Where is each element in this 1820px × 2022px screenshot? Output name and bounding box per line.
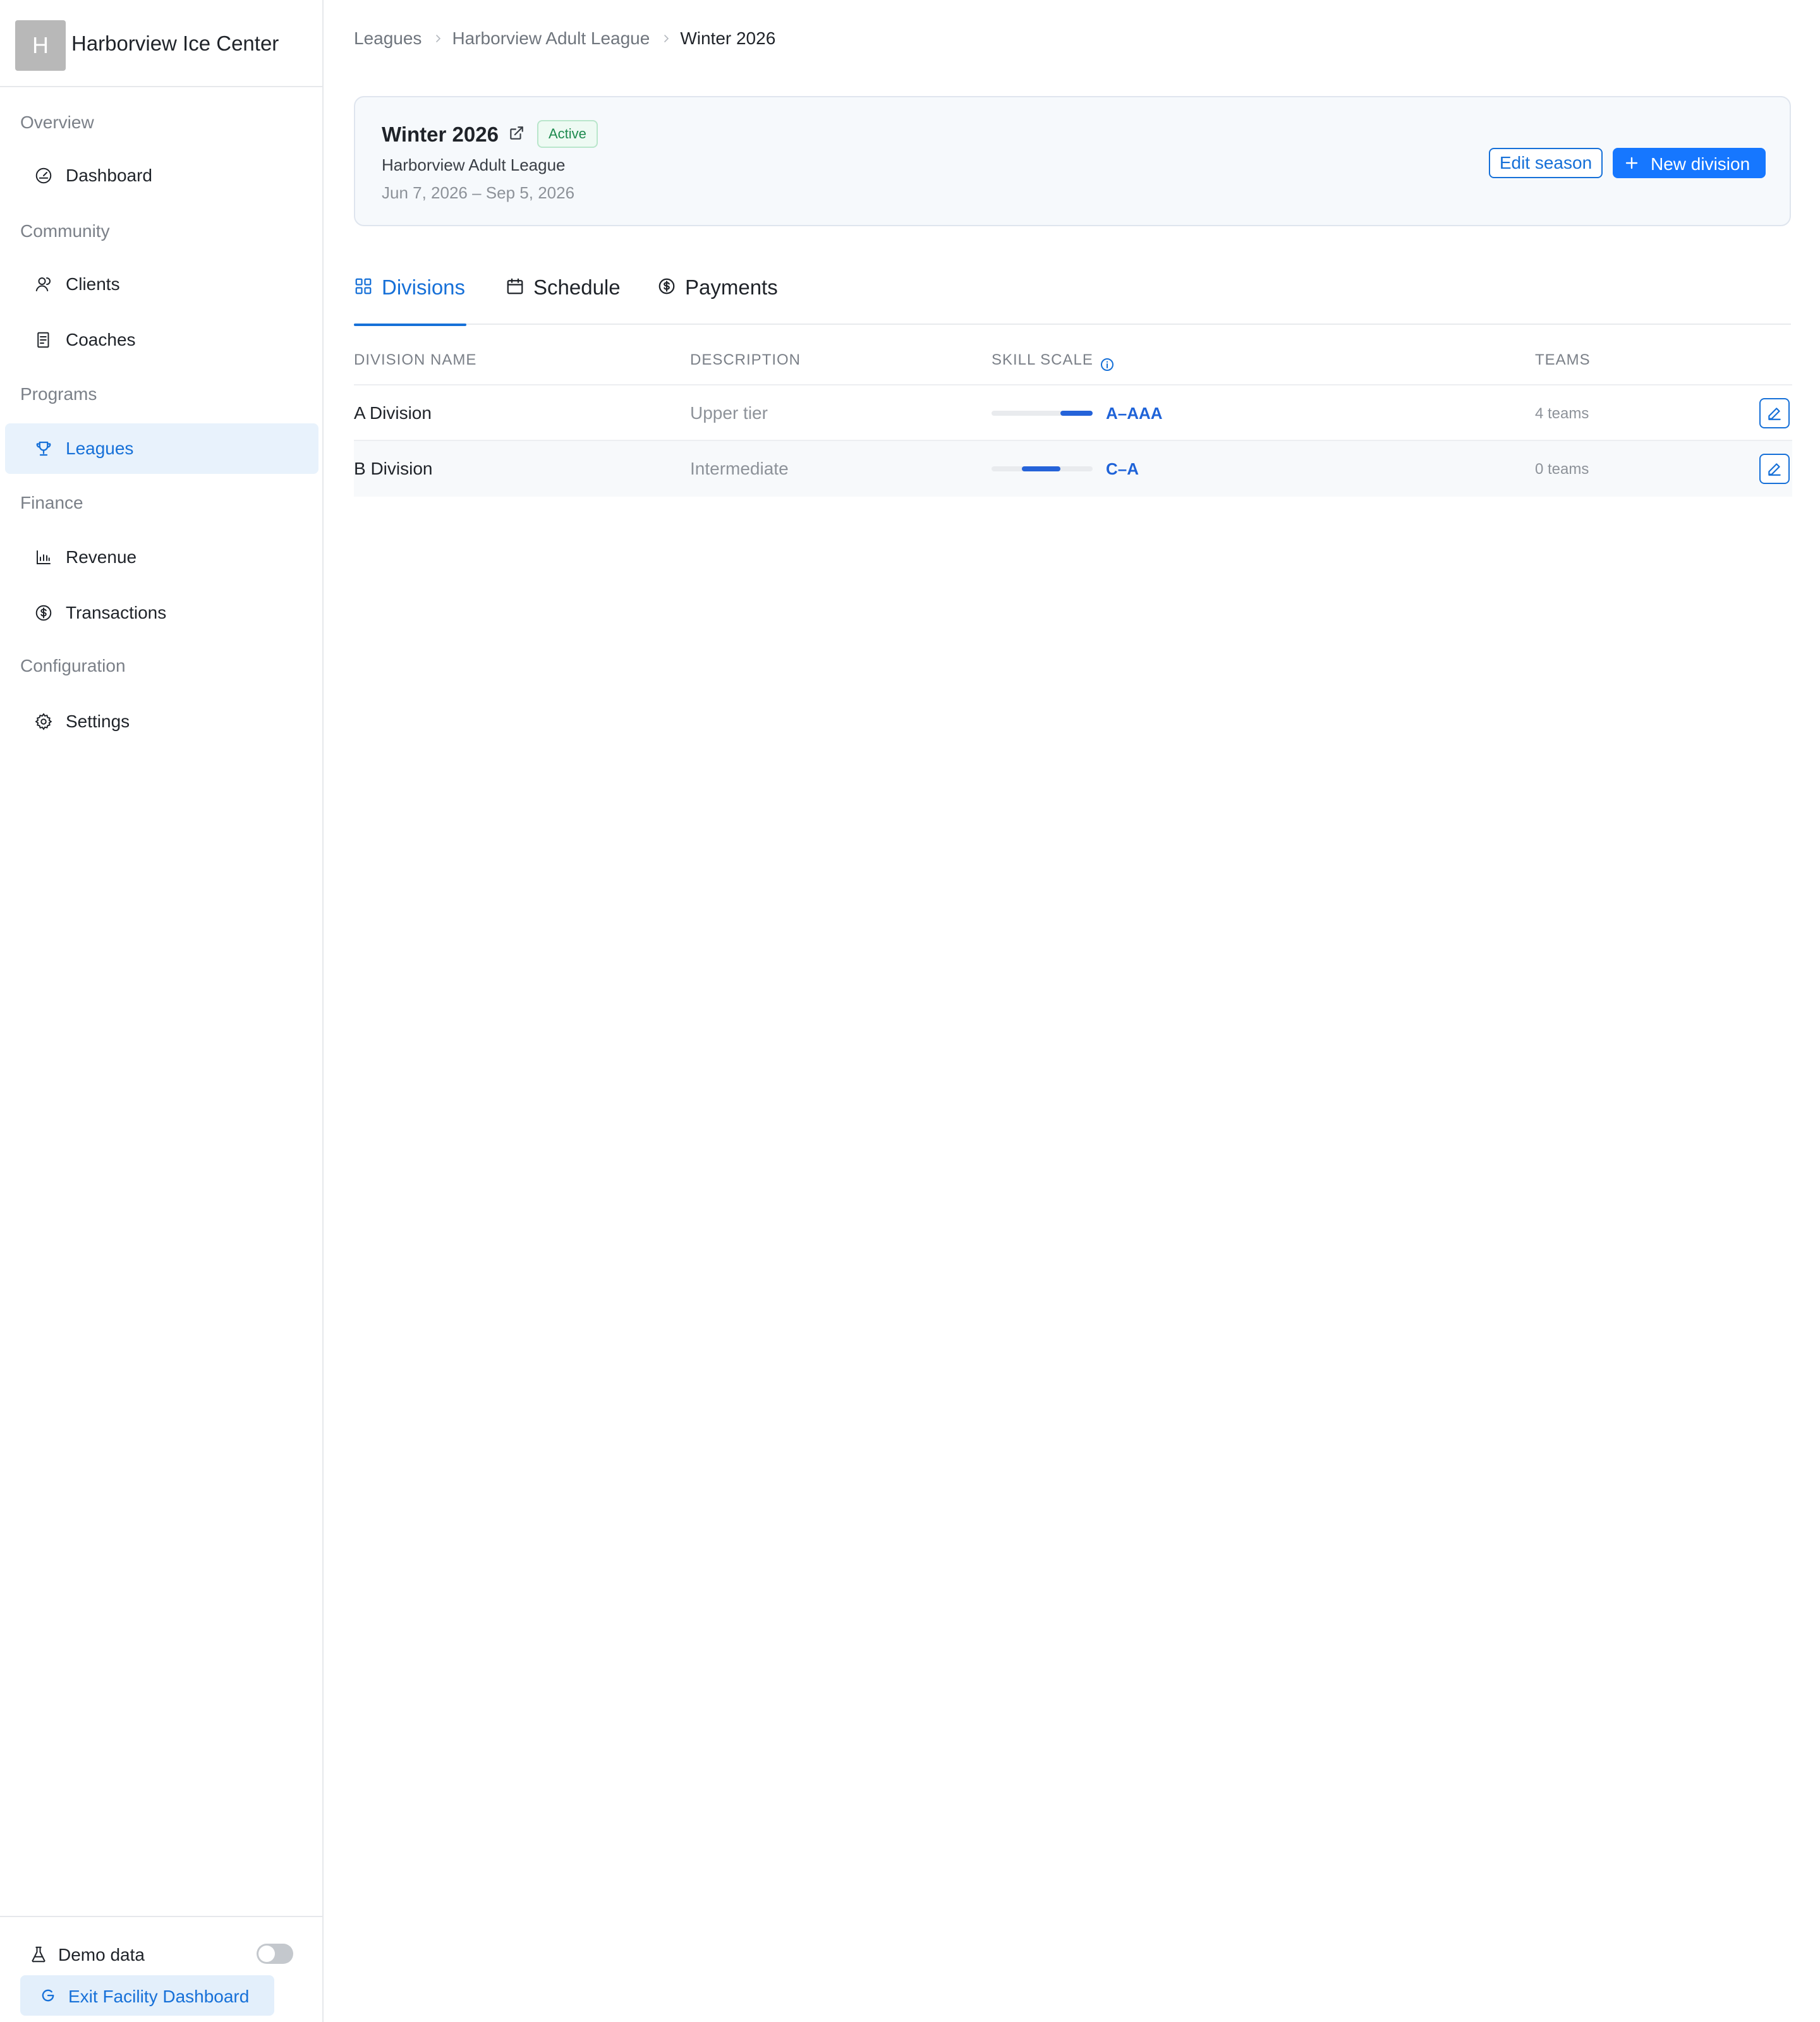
division-name: A Division — [354, 403, 432, 423]
facility-name: Harborview Ice Center — [71, 32, 279, 55]
tab-label: Divisions — [382, 275, 466, 299]
tab-label: Schedule — [533, 275, 621, 299]
chevron-right-icon — [436, 35, 441, 42]
sidebar-item-clients[interactable]: Clients — [5, 259, 318, 310]
toggle-knob — [258, 1946, 275, 1962]
exit-facility-dashboard-button[interactable]: Exit Facility Dashboard — [20, 1975, 274, 2016]
sidebar-item-dashboard[interactable]: Dashboard — [5, 150, 318, 201]
table-row[interactable]: B Division Intermediate C–A 0 teams — [354, 441, 1792, 497]
dollar-circle-icon — [658, 278, 675, 294]
external-link-icon[interactable] — [508, 125, 525, 142]
nav-group-community: Community — [20, 221, 110, 241]
sidebar-item-label: Revenue — [66, 547, 137, 567]
season-league-name: Harborview Adult League — [382, 155, 566, 174]
sidebar-item-coaches[interactable]: Coaches — [5, 315, 318, 365]
sidebar-item-label: Clients — [66, 274, 120, 294]
season-title: Winter 2026 — [382, 123, 499, 146]
sidebar-item-transactions[interactable]: Transactions — [5, 588, 318, 638]
dollar-circle-icon — [35, 605, 52, 621]
edit-division-button[interactable] — [1759, 454, 1790, 484]
skill-scale-bar — [992, 411, 1093, 416]
skill-scale-bar — [992, 466, 1093, 471]
plus-icon — [1625, 157, 1638, 169]
sidebar-item-label: Transactions — [66, 603, 167, 622]
breadcrumb-current: Winter 2026 — [680, 28, 776, 48]
season-header-card: Winter 2026 Active Harborview Adult Leag… — [354, 96, 1791, 226]
column-header-description: DESCRIPTION — [690, 351, 801, 368]
gauge-icon — [35, 167, 52, 184]
new-division-label: New division — [1651, 154, 1750, 174]
season-tabs: Divisions Schedule Payments — [354, 265, 1791, 326]
pencil-icon — [1768, 463, 1781, 476]
chevron-right-icon — [664, 35, 669, 42]
exit-facility-dashboard-label: Exit Facility Dashboard — [68, 1987, 250, 2006]
nav-group-overview: Overview — [20, 112, 94, 132]
sidebar-item-label: Dashboard — [66, 166, 152, 185]
sidebar-item-label: Settings — [66, 711, 130, 731]
season-dates: Jun 7, 2026 – Sep 5, 2026 — [382, 183, 575, 202]
new-division-button[interactable]: New division — [1613, 148, 1766, 178]
edit-division-button[interactable] — [1759, 398, 1790, 428]
skill-scale-label: C–A — [1106, 459, 1139, 478]
sidebar-footer: Demo data Exit Facility Dashboard — [0, 1916, 322, 2022]
nav-group-configuration: Configuration — [20, 656, 126, 675]
sidebar-item-label: Leagues — [66, 439, 134, 458]
team-count: 4 teams — [1535, 405, 1589, 422]
tab-payments[interactable]: Payments — [657, 265, 779, 325]
clipboard-icon — [37, 332, 49, 348]
sidebar-item-revenue[interactable]: Revenue — [5, 532, 318, 583]
table-row[interactable]: A Division Upper tier A–AAA 4 teams — [354, 385, 1792, 441]
demo-data-row: Demo data — [0, 1936, 322, 1971]
skill-scale-label: A–AAA — [1106, 404, 1163, 423]
tab-divisions[interactable]: Divisions — [354, 265, 466, 326]
sidebar: H Harborview Ice Center Overview Dashboa… — [0, 0, 324, 2022]
users-icon — [35, 277, 51, 291]
team-count: 0 teams — [1535, 461, 1589, 478]
nav-group-finance: Finance — [20, 493, 83, 512]
breadcrumb-league[interactable]: Harborview Adult League — [452, 28, 650, 49]
tab-label: Payments — [685, 275, 778, 299]
grid-icon — [355, 278, 372, 294]
edit-season-button[interactable]: Edit season — [1489, 148, 1603, 178]
sidebar-item-leagues[interactable]: Leagues — [5, 423, 318, 474]
facility-avatar: H — [15, 20, 66, 71]
column-header-teams: TEAMS — [1535, 351, 1591, 368]
column-header-division-name: DIVISION NAME — [354, 351, 477, 368]
demo-data-label: Demo data — [58, 1945, 145, 1964]
gear-icon — [35, 713, 52, 730]
skill-scale-fill — [1022, 466, 1060, 471]
info-icon[interactable] — [1100, 357, 1115, 372]
flask-icon — [32, 1946, 46, 1963]
demo-data-toggle[interactable] — [257, 1944, 293, 1964]
nav-group-programs: Programs — [20, 384, 97, 404]
facility-header: H Harborview Ice Center — [0, 0, 322, 87]
pencil-icon — [1768, 408, 1781, 420]
division-name: B Division — [354, 459, 433, 478]
bar-chart-icon — [37, 550, 51, 564]
tab-schedule[interactable]: Schedule — [506, 265, 622, 325]
breadcrumb: Leagues Harborview Adult League Winter 2… — [354, 28, 775, 49]
breadcrumb-leagues[interactable]: Leagues — [354, 28, 422, 49]
calendar-icon — [507, 278, 523, 294]
skill-scale-fill — [1060, 411, 1093, 416]
sidebar-item-label: Coaches — [66, 330, 136, 349]
exit-icon — [42, 1989, 54, 2002]
status-badge: Active — [537, 120, 598, 148]
division-description: Upper tier — [690, 403, 768, 423]
division-description: Intermediate — [690, 459, 789, 478]
sidebar-item-settings[interactable]: Settings — [5, 696, 318, 747]
trophy-icon — [36, 441, 51, 456]
column-header-skill-scale: SKILL SCALE — [992, 351, 1093, 368]
